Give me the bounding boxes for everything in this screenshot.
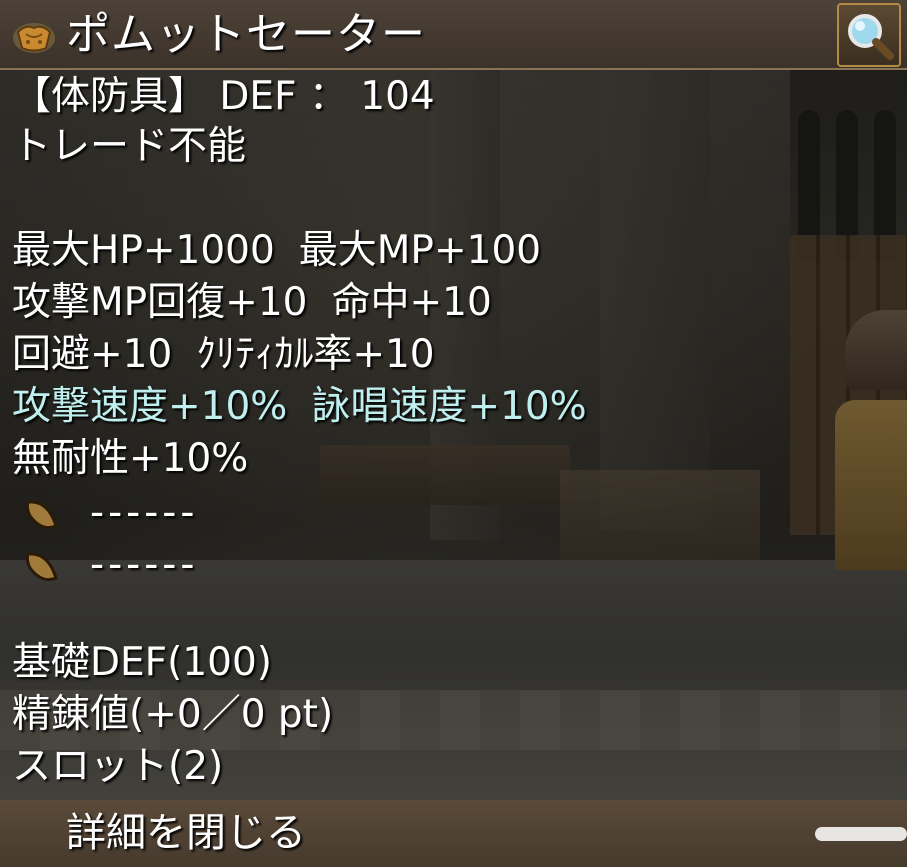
stat-line: 回避+10 ｸﾘﾃｨｶﾙ率+10	[12, 330, 435, 380]
stat-max-hp: 最大HP+1000	[12, 228, 275, 273]
stat-attack-mp-recovery: 攻撃MP回復+10	[12, 280, 308, 325]
stat-critical-rate: ｸﾘﾃｨｶﾙ率+10	[196, 332, 435, 377]
magnifier-icon	[845, 11, 895, 65]
stat-line: 攻撃速度+10% 詠唱速度+10%	[12, 382, 587, 432]
card-slot-1: ------	[22, 490, 282, 538]
stat-cast-speed: 詠唱速度+10%	[311, 384, 587, 429]
refine-value: 精錬値(+0／0 pt)	[12, 692, 334, 737]
stat-neutral-resist: 無耐性+10%	[12, 436, 249, 481]
item-title-bar: ポムットセーター	[0, 0, 907, 70]
zoom-button[interactable]	[837, 3, 901, 67]
sweater-icon	[12, 20, 56, 54]
scroll-indicator[interactable]	[815, 827, 907, 841]
item-detail-window: ポムットセーター 【体防具】 DEF ： 104 トレード不能 最大HP+100…	[0, 0, 907, 800]
close-details-label: 詳細を閉じる	[66, 810, 306, 856]
seed-icon	[22, 496, 62, 536]
stat-line: 最大HP+1000 最大MP+100	[12, 226, 541, 276]
empty-slot-text: ------	[90, 490, 199, 535]
stat-hit: 命中+10	[331, 280, 492, 325]
stat-evasion: 回避+10	[12, 332, 173, 377]
close-details-button[interactable]: 詳細を閉じる	[0, 800, 907, 867]
card-slot-2: ------	[22, 542, 282, 590]
base-def: 基礎DEF(100)	[12, 640, 272, 685]
stat-max-mp: 最大MP+100	[298, 228, 542, 273]
slot-count: スロット(2)	[12, 744, 224, 789]
seed-icon	[22, 548, 62, 588]
item-name: ポムットセーター	[66, 9, 426, 60]
trade-status: トレード不能	[12, 124, 247, 169]
empty-slot-text: ------	[90, 542, 199, 587]
item-type-def: 【体防具】 DEF ： 104	[12, 74, 435, 119]
stat-line: 攻撃MP回復+10 命中+10	[12, 278, 492, 328]
stat-attack-speed: 攻撃速度+10%	[12, 384, 288, 429]
